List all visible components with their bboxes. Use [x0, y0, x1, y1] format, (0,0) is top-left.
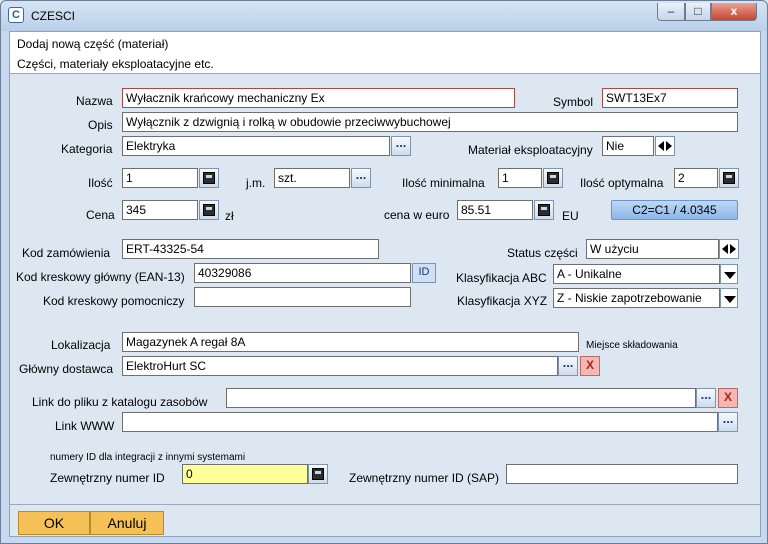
- location-hint: Miejsce składowania: [586, 340, 678, 351]
- description-label: Opis: [88, 118, 113, 132]
- external-id-label: Zewnętrzny numer ID: [50, 471, 165, 485]
- category-label: Kategoria: [61, 142, 113, 156]
- minimize-button[interactable]: –: [657, 3, 685, 21]
- unit-browse-button[interactable]: ...: [351, 168, 371, 188]
- external-id-input[interactable]: 0: [182, 464, 308, 484]
- catalog-link-clear-button[interactable]: X: [718, 388, 738, 408]
- calculator-icon: [203, 172, 215, 184]
- generate-id-button[interactable]: ID: [412, 263, 436, 283]
- form-client-area: Dodaj nową część (materiał) Części, mate…: [9, 31, 761, 537]
- min-quantity-input[interactable]: 1: [498, 168, 542, 188]
- title-bar[interactable]: C CZESCI – □ x: [1, 1, 767, 31]
- quantity-calculator-button[interactable]: [199, 168, 219, 188]
- external-id-calculator-button[interactable]: [308, 464, 328, 484]
- price-euro-calculator-button[interactable]: [534, 200, 554, 220]
- calculator-icon: [723, 172, 735, 184]
- price-label: Cena: [86, 208, 115, 222]
- abc-class-select[interactable]: A - Unikalne: [553, 264, 720, 284]
- maximize-button[interactable]: □: [685, 3, 711, 21]
- spin-right-icon: [666, 141, 672, 151]
- calculator-icon: [547, 172, 559, 184]
- order-code-input[interactable]: ERT-43325-54: [122, 239, 379, 259]
- location-input[interactable]: Magazynek A regał 8A: [122, 332, 579, 352]
- optimal-quantity-label: Ilość optymalna: [580, 176, 664, 190]
- catalog-link-browse-button[interactable]: ...: [696, 388, 716, 408]
- xyz-class-select[interactable]: Z - Niskie zapotrzebowanie: [553, 288, 720, 308]
- integration-note: numery ID dla integracji z innymi system…: [50, 452, 246, 463]
- category-browse-button[interactable]: ...: [391, 136, 411, 156]
- status-label: Status części: [507, 246, 578, 260]
- euro-currency-label: EU: [562, 209, 579, 223]
- description-input[interactable]: Wyłącznik z dzwignią i rolką w obudowie …: [122, 112, 738, 132]
- price-calculator-button[interactable]: [199, 200, 219, 220]
- consumable-input[interactable]: Nie: [602, 136, 654, 156]
- abc-class-label: Klasyfikacja ABC: [456, 271, 547, 285]
- convert-currency-button[interactable]: C2=C1 / 4.0345: [611, 200, 738, 220]
- unit-label: j.m.: [246, 176, 266, 190]
- location-label: Lokalizacja: [51, 338, 111, 352]
- unit-input[interactable]: szt.: [274, 168, 350, 188]
- ok-button[interactable]: OK: [18, 511, 90, 535]
- price-euro-label: cena w euro: [384, 208, 450, 222]
- symbol-label: Symbol: [553, 95, 594, 109]
- min-quantity-label: Ilość minimalna: [402, 176, 485, 190]
- supplier-browse-button[interactable]: ...: [558, 356, 578, 376]
- cancel-button[interactable]: Anuluj: [90, 511, 164, 535]
- footer-bar: OK Anuluj: [10, 504, 760, 536]
- price-input[interactable]: 345: [122, 200, 198, 220]
- consumable-label: Materiał eksploatacyjny: [468, 143, 593, 157]
- name-input[interactable]: Wyłacznik krańcowy mechaniczny Ex: [122, 88, 515, 108]
- optimal-quantity-calculator-button[interactable]: [719, 168, 739, 188]
- price-currency-label: zł: [225, 209, 234, 223]
- sap-id-input[interactable]: [506, 464, 738, 484]
- xyz-dropdown-icon[interactable]: [720, 288, 738, 308]
- form-subtitle: Części, materiały eksploatacyjne etc.: [17, 57, 214, 71]
- www-link-browse-button[interactable]: ...: [718, 412, 738, 432]
- min-quantity-calculator-button[interactable]: [543, 168, 563, 188]
- form-header: Dodaj nową część (materiał) Części, mate…: [10, 32, 760, 74]
- ean13-input[interactable]: 40329086: [194, 263, 411, 283]
- quantity-input[interactable]: 1: [122, 168, 198, 188]
- form-title: Dodaj nową część (materiał): [17, 37, 169, 51]
- czesci-window: C CZESCI – □ x Dodaj nową część (materia…: [0, 0, 768, 544]
- category-input[interactable]: Elektryka: [122, 136, 390, 156]
- spin-left-icon: [722, 244, 728, 254]
- app-icon: C: [8, 7, 24, 23]
- abc-dropdown-icon[interactable]: [720, 264, 738, 284]
- name-label: Nazwa: [76, 94, 113, 108]
- aux-barcode-input[interactable]: [194, 287, 411, 307]
- supplier-input[interactable]: ElektroHurt SC: [122, 356, 558, 376]
- spin-right-icon: [730, 244, 736, 254]
- catalog-link-input[interactable]: [226, 388, 696, 408]
- xyz-class-label: Klasyfikacja XYZ: [457, 294, 548, 308]
- calculator-icon: [203, 204, 215, 216]
- spin-left-icon: [658, 141, 664, 151]
- www-link-input[interactable]: [122, 412, 718, 432]
- ean13-label: Kod kreskowy główny (EAN-13): [16, 270, 185, 284]
- supplier-label: Główny dostawca: [19, 362, 114, 376]
- symbol-input[interactable]: SWT13Ex7: [602, 88, 738, 108]
- consumable-spinner[interactable]: [655, 136, 675, 156]
- order-code-label: Kod zamówienia: [22, 246, 111, 260]
- sap-id-label: Zewnętrzny numer ID (SAP): [349, 471, 500, 485]
- optimal-quantity-input[interactable]: 2: [674, 168, 718, 188]
- status-spinner[interactable]: [719, 239, 739, 259]
- price-euro-input[interactable]: 85.51: [457, 200, 533, 220]
- quantity-label: Ilość: [88, 176, 113, 190]
- supplier-clear-button[interactable]: X: [580, 356, 600, 376]
- catalog-link-label: Link do pliku z katalogu zasobów: [32, 395, 208, 409]
- status-input[interactable]: W użyciu: [586, 239, 719, 259]
- www-link-label: Link WWW: [55, 419, 115, 433]
- aux-barcode-label: Kod kreskowy pomocniczy: [43, 294, 185, 308]
- calculator-icon: [312, 468, 324, 480]
- calculator-icon: [538, 204, 550, 216]
- window-title: CZESCI: [31, 9, 76, 23]
- close-button[interactable]: x: [711, 3, 757, 21]
